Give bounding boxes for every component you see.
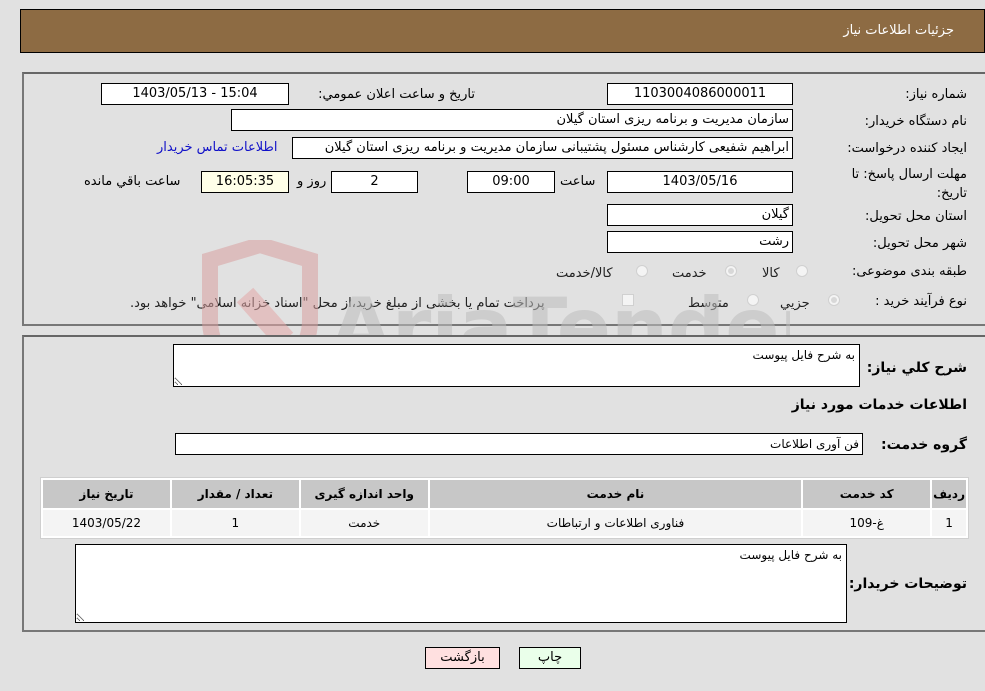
table-row: 1 غ-109 فناوری اطلاعات و ارتباطات خدمت 1… <box>43 510 966 536</box>
treasury-note: پرداخت تمام يا بخشی از مبلغ خريد،از محل … <box>130 296 545 311</box>
announce-datetime-field: 1403/05/13 - 15:04 <box>101 83 289 105</box>
buyer-org-label: نام دستگاه خريدار: <box>864 114 967 129</box>
category-radio-service[interactable] <box>725 265 737 277</box>
category-option-goods-service: کالا/خدمت <box>556 266 613 281</box>
services-heading: اطلاعات خدمات مورد نياز <box>791 397 967 413</box>
cell-row-number: 1 <box>932 510 966 536</box>
category-option-goods: کالا <box>762 266 780 281</box>
buyer-contact-link[interactable]: اطلاعات تماس خريدار <box>157 140 277 155</box>
purchase-option-minor: جزيي <box>780 296 810 311</box>
deadline-label: مهلت ارسال پاسخ: تا تاريخ: <box>851 167 967 201</box>
requester-label: ايجاد کننده درخواست: <box>847 141 967 156</box>
cell-service-name: فناوری اطلاعات و ارتباطات <box>429 510 802 536</box>
page-header: جزئيات اطلاعات نياز <box>20 9 985 53</box>
delivery-city-field: رشت <box>607 231 793 253</box>
deadline-date-field: 1403/05/16 <box>607 171 793 193</box>
category-label: طبقه بندی موضوعی: <box>851 264 967 279</box>
cell-need-date: 1403/05/22 <box>43 510 170 536</box>
general-desc-label: شرح کلي نياز: <box>866 360 967 376</box>
deadline-time-field: 09:00 <box>467 171 555 193</box>
category-option-service: خدمت <box>672 266 707 281</box>
purchase-option-medium: متوسط <box>688 296 729 311</box>
general-desc-textarea[interactable]: به شرح فايل پيوست <box>173 344 860 387</box>
purchase-radio-medium[interactable] <box>747 294 759 306</box>
purchase-radio-minor[interactable] <box>828 294 840 306</box>
service-group-label: گروه خدمت: <box>881 437 967 453</box>
deadline-time-label: ساعت <box>560 174 596 189</box>
days-label: روز و <box>297 174 327 189</box>
col-header-quantity: تعداد / مقدار <box>171 480 299 508</box>
announce-datetime-label: تاريخ و ساعت اعلان عمومي: <box>318 87 475 102</box>
buyer-notes-textarea[interactable]: به شرح فايل پيوست <box>75 544 847 623</box>
category-radio-goods-service[interactable] <box>636 265 648 277</box>
delivery-province-field: گيلان <box>607 204 793 226</box>
remaining-days-field: 2 <box>331 171 418 193</box>
col-header-unit: واحد اندازه گيری <box>300 480 428 508</box>
services-table: رديف کد خدمت نام خدمت واحد اندازه گيری ت… <box>40 477 969 539</box>
print-button[interactable]: چاپ <box>519 647 581 669</box>
category-radio-goods[interactable] <box>796 265 808 277</box>
back-button[interactable]: بازگشت <box>425 647 500 669</box>
col-header-row-number: رديف <box>932 480 966 508</box>
need-number-label: شماره نياز: <box>905 87 967 102</box>
requester-field: ابراهيم شفيعی کارشناس مسئول پشتيبانی ساز… <box>292 137 793 159</box>
remaining-time-field: 16:05:35 <box>201 171 289 193</box>
cell-unit: خدمت <box>300 510 428 536</box>
buyer-org-field: سازمان مديريت و برنامه ريزی استان گيلان <box>231 109 793 131</box>
buyer-notes-label: توضيحات خريدار: <box>848 576 967 592</box>
purchase-type-label: نوع فرآيند خريد : <box>875 294 967 309</box>
service-group-field: فن آوری اطلاعات <box>175 433 863 455</box>
col-header-service-code: کد خدمت <box>803 480 931 508</box>
treasury-checkbox[interactable] <box>622 294 634 306</box>
cell-service-code: غ-109 <box>803 510 931 536</box>
delivery-province-label: استان محل تحويل: <box>865 209 967 224</box>
cell-quantity: 1 <box>171 510 299 536</box>
delivery-city-label: شهر محل تحويل: <box>872 236 967 251</box>
col-header-need-date: تاريخ نياز <box>43 480 170 508</box>
col-header-service-name: نام خدمت <box>429 480 802 508</box>
page-title: جزئيات اطلاعات نياز <box>843 23 954 38</box>
table-header-row: رديف کد خدمت نام خدمت واحد اندازه گيری ت… <box>43 480 966 508</box>
need-number-field: 1103004086000011 <box>607 83 793 105</box>
remaining-time-label: ساعت باقي مانده <box>84 174 181 189</box>
